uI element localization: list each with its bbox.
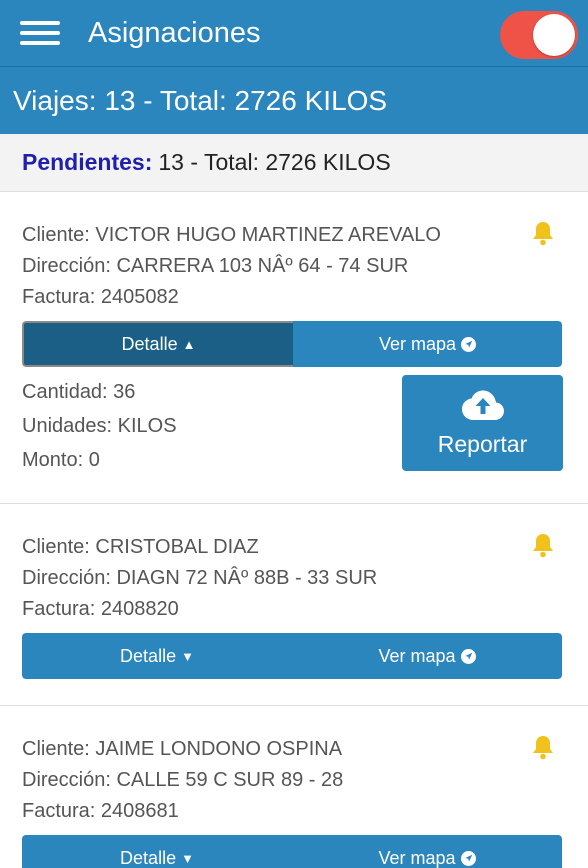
quantity: Cantidad: 36 bbox=[22, 381, 136, 403]
invoice: Factura: 2405082 bbox=[22, 286, 179, 308]
bell-icon[interactable] bbox=[531, 734, 555, 760]
address: Dirección: CARRERA 103 NÂº 64 - 74 SUR bbox=[22, 255, 409, 277]
report-button[interactable]: Reportar bbox=[402, 375, 563, 471]
address: Dirección: CALLE 59 C SUR 89 - 28 bbox=[22, 769, 344, 791]
detail-button[interactable]: Detalle ▼ bbox=[22, 633, 292, 679]
view-map-button[interactable]: Ver mapa bbox=[292, 633, 562, 679]
navigation-arrow-icon bbox=[460, 648, 476, 664]
view-map-label: Ver mapa bbox=[378, 333, 457, 354]
caret-down-icon: ▼ bbox=[181, 648, 194, 664]
client-name: Cliente: CRISTOBAL DIAZ bbox=[22, 536, 259, 558]
client-name: Cliente: VICTOR HUGO MARTINEZ AREVALO bbox=[22, 224, 441, 246]
report-label: Reportar bbox=[437, 430, 528, 457]
detail-label: Detalle bbox=[120, 847, 177, 868]
card-actions: Detalle ▼ Ver mapa bbox=[22, 835, 562, 868]
view-map-label: Ver mapa bbox=[378, 847, 456, 868]
units: Unidades: KILOS bbox=[22, 415, 177, 437]
invoice: Factura: 2408820 bbox=[22, 598, 179, 620]
caret-down-icon: ▼ bbox=[181, 850, 194, 866]
card-actions: Detalle ▲ Ver mapa bbox=[22, 321, 562, 367]
navigation-arrow-icon bbox=[460, 850, 476, 866]
assignment-card: Cliente: CRISTOBAL DIAZ Dirección: DIAGN… bbox=[0, 504, 588, 706]
hamburger-menu-icon[interactable] bbox=[20, 18, 60, 48]
view-map-label: Ver mapa bbox=[378, 645, 456, 666]
bell-icon[interactable] bbox=[531, 532, 555, 558]
address: Dirección: DIAGN 72 NÂº 88B - 33 SUR bbox=[22, 567, 378, 589]
caret-up-icon: ▲ bbox=[182, 336, 196, 352]
trips-summary: Viajes: 13 - Total: 2726 KILOS bbox=[0, 67, 588, 134]
app-title: Asignaciones bbox=[88, 16, 261, 49]
toggle-knob bbox=[533, 14, 575, 56]
navigation-arrow-icon bbox=[461, 336, 477, 352]
view-map-button[interactable]: Ver mapa bbox=[292, 835, 562, 868]
card-actions: Detalle ▼ Ver mapa bbox=[22, 633, 562, 679]
top-app-bar: Asignaciones bbox=[0, 0, 588, 67]
cloud-upload-icon bbox=[461, 390, 504, 420]
availability-toggle[interactable] bbox=[500, 11, 578, 59]
detail-label: Detalle bbox=[120, 645, 177, 666]
detail-panel: Cantidad: 36 Unidades: KILOS Monto: 0 Re… bbox=[22, 375, 563, 503]
amount: Monto: 0 bbox=[22, 449, 100, 471]
view-map-button[interactable]: Ver mapa bbox=[293, 321, 562, 367]
assignment-card: Cliente: JAIME LONDONO OSPINA Dirección:… bbox=[0, 706, 588, 868]
invoice: Factura: 2408681 bbox=[22, 800, 179, 822]
detail-info: Cantidad: 36 Unidades: KILOS Monto: 0 bbox=[22, 375, 177, 477]
pending-total: 13 - Total: 2726 KILOS bbox=[158, 149, 391, 175]
detail-button[interactable]: Detalle ▼ bbox=[22, 835, 292, 868]
pending-header: Pendientes: 13 - Total: 2726 KILOS bbox=[0, 134, 588, 192]
client-name: Cliente: JAIME LONDONO OSPINA bbox=[22, 738, 343, 760]
pending-label: Pendientes: bbox=[22, 149, 153, 175]
assignment-card: Cliente: VICTOR HUGO MARTINEZ AREVALO Di… bbox=[0, 192, 588, 504]
detail-button[interactable]: Detalle ▲ bbox=[22, 321, 293, 367]
detail-label: Detalle bbox=[121, 333, 178, 354]
bell-icon[interactable] bbox=[531, 220, 555, 246]
